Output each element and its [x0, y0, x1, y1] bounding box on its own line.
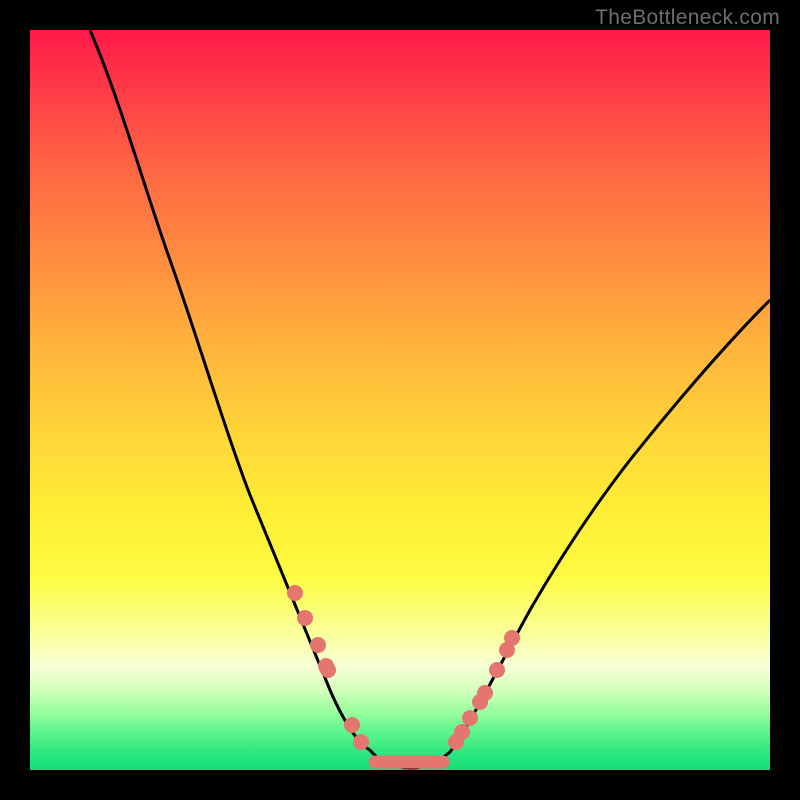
marker-dot	[287, 585, 303, 601]
outer-frame: TheBottleneck.com	[0, 0, 800, 800]
curve-left-branch	[90, 30, 370, 750]
watermark-text: TheBottleneck.com	[595, 6, 780, 30]
chart-svg	[30, 30, 770, 770]
marker-dot	[454, 724, 470, 740]
marker-dot	[462, 710, 478, 726]
curve-right-branch	[450, 300, 770, 752]
marker-dot	[310, 637, 326, 653]
marker-dot	[320, 662, 336, 678]
marker-dot	[504, 630, 520, 646]
marker-dot	[297, 610, 313, 626]
plot-area	[30, 30, 770, 770]
marker-dot	[477, 685, 493, 701]
marker-dot	[353, 734, 369, 750]
marker-dot	[489, 662, 505, 678]
marker-dot	[344, 717, 360, 733]
